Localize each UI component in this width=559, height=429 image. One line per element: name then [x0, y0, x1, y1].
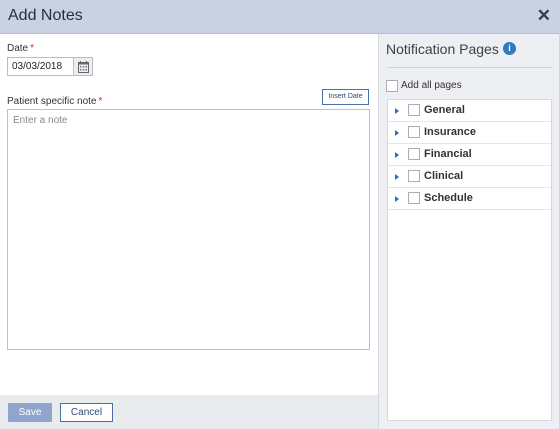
- info-icon[interactable]: i: [503, 42, 516, 55]
- chevron-right-icon[interactable]: [395, 196, 399, 202]
- calendar-icon: [78, 61, 89, 73]
- date-label: Date *: [7, 43, 34, 54]
- chevron-right-icon[interactable]: [395, 152, 399, 158]
- dialog-titlebar: Add Notes ✕: [0, 0, 559, 34]
- page-label: Insurance: [424, 126, 476, 138]
- note-label-text: Patient specific note: [7, 96, 97, 107]
- add-all-pages-label: Add all pages: [401, 80, 462, 91]
- page-label: Schedule: [424, 192, 473, 204]
- list-item[interactable]: Financial: [388, 144, 551, 166]
- dialog-footer: Save Cancel: [0, 395, 378, 429]
- insert-date-button[interactable]: Insert Date: [322, 89, 369, 105]
- notification-pages-panel: Notification Pages i Add all pages Gener…: [378, 34, 559, 429]
- close-icon[interactable]: ✕: [537, 6, 551, 26]
- dialog-title: Add Notes: [8, 7, 83, 24]
- chevron-right-icon[interactable]: [395, 130, 399, 136]
- list-item[interactable]: Insurance: [388, 122, 551, 144]
- add-all-pages-checkbox[interactable]: [386, 80, 398, 92]
- divider: [387, 67, 552, 68]
- date-label-text: Date: [7, 43, 29, 54]
- calendar-button[interactable]: [73, 57, 93, 76]
- save-button[interactable]: Save: [8, 403, 52, 422]
- pages-list: General Insurance Financial Clinical Sch…: [387, 99, 552, 421]
- chevron-right-icon[interactable]: [395, 108, 399, 114]
- page-label: Clinical: [424, 170, 464, 182]
- required-marker: *: [98, 96, 103, 107]
- note-label: Patient specific note *: [7, 96, 102, 107]
- required-marker: *: [30, 43, 35, 54]
- page-checkbox[interactable]: [408, 192, 420, 204]
- page-label: Financial: [424, 148, 472, 160]
- notification-pages-title: Notification Pages: [386, 41, 499, 57]
- page-checkbox[interactable]: [408, 148, 420, 160]
- cancel-button[interactable]: Cancel: [60, 403, 113, 422]
- page-checkbox[interactable]: [408, 170, 420, 182]
- list-item[interactable]: Schedule: [388, 188, 551, 210]
- note-textarea[interactable]: [7, 109, 370, 350]
- list-item[interactable]: General: [388, 100, 551, 122]
- page-label: General: [424, 104, 465, 116]
- list-item[interactable]: Clinical: [388, 166, 551, 188]
- date-field[interactable]: [7, 57, 74, 76]
- chevron-right-icon[interactable]: [395, 174, 399, 180]
- page-checkbox[interactable]: [408, 104, 420, 116]
- page-checkbox[interactable]: [408, 126, 420, 138]
